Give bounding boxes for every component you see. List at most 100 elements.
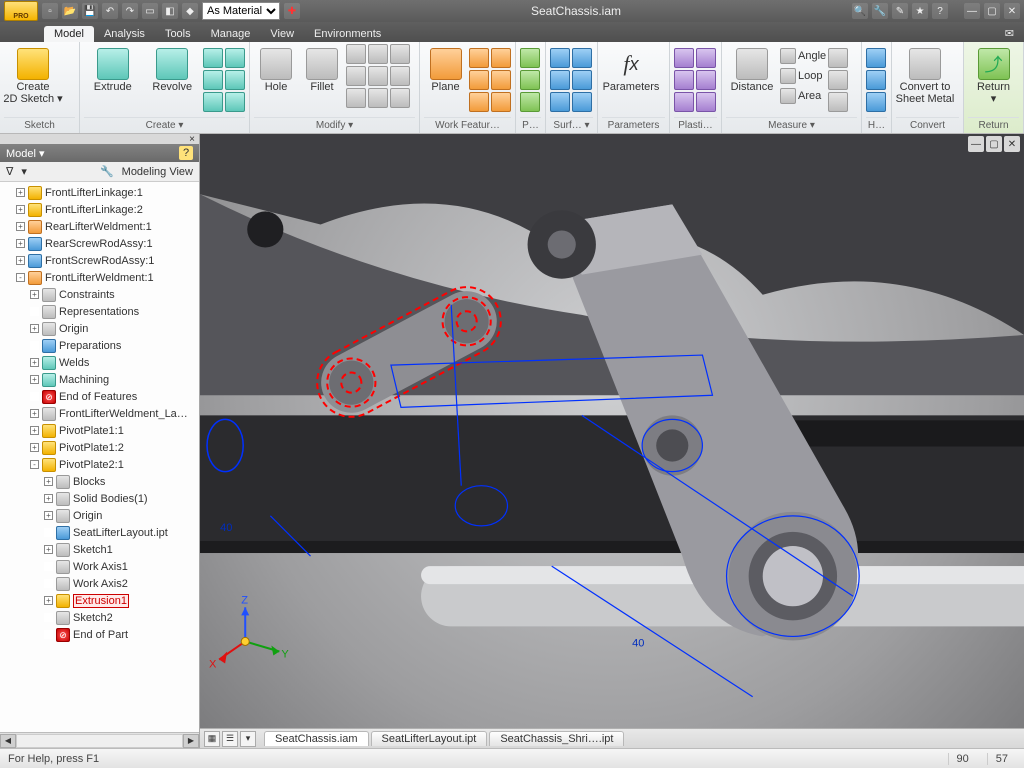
tree-item[interactable]: +Constraints <box>30 286 197 303</box>
browser-close-icon[interactable]: × <box>189 134 195 144</box>
filter-dropdown-icon[interactable]: ▾ <box>21 165 27 178</box>
modeling-view-icon[interactable]: 🔧 <box>100 165 114 178</box>
work-small-3[interactable] <box>469 92 489 112</box>
tree-item[interactable]: +Extrusion1 <box>44 592 197 609</box>
filter-icon[interactable]: ∇ <box>6 165 13 178</box>
search-icon[interactable]: 🔍 <box>852 3 868 19</box>
browser-tree[interactable]: +FrontLifterLinkage:1+FrontLifterLinkage… <box>0 182 199 732</box>
measure-small-1[interactable] <box>828 48 848 68</box>
help-icon[interactable]: ? <box>932 3 948 19</box>
tree-expander-icon[interactable]: + <box>44 545 53 554</box>
browser-hscroll[interactable]: ◀▶ <box>0 732 199 748</box>
measure-small-3[interactable] <box>828 92 848 112</box>
tree-expander-icon[interactable]: + <box>16 239 25 248</box>
parameters-button[interactable]: fxParameters <box>602 44 660 93</box>
qat-material-icon[interactable]: ◧ <box>162 3 178 19</box>
surf-small-2[interactable] <box>550 70 570 90</box>
harness-small-2[interactable] <box>866 70 886 90</box>
app-logo[interactable]: PRO <box>4 1 38 21</box>
tab-environments[interactable]: Environments <box>304 26 391 42</box>
tab-analysis[interactable]: Analysis <box>94 26 155 42</box>
return-button[interactable]: ⤴Return ▾ <box>968 44 1019 105</box>
measure-small-2[interactable] <box>828 70 848 90</box>
create-small-6[interactable] <box>225 92 245 112</box>
tree-expander-icon[interactable]: + <box>44 494 53 503</box>
plane-button[interactable]: Plane <box>424 44 467 93</box>
hole-button[interactable]: Hole <box>254 44 298 93</box>
plastic-small-2[interactable] <box>674 70 694 90</box>
surf-small-5[interactable] <box>572 70 592 90</box>
tree-item[interactable]: +FrontScrewRodAssy:1 <box>16 252 197 269</box>
work-small-1[interactable] <box>469 48 489 68</box>
qat-open-icon[interactable]: 📂 <box>62 3 78 19</box>
work-small-2[interactable] <box>469 70 489 90</box>
tab-tools[interactable]: Tools <box>155 26 201 42</box>
tree-expander-icon[interactable]: + <box>44 596 53 605</box>
tree-item[interactable]: SeatLifterLayout.ipt <box>44 524 197 541</box>
tree-item[interactable]: +Machining <box>30 371 197 388</box>
tree-expander-icon[interactable]: + <box>30 324 39 333</box>
tree-item[interactable]: ⊘End of Part <box>44 626 197 643</box>
modify-small-8[interactable] <box>368 88 388 108</box>
tab-view[interactable]: View <box>260 26 304 42</box>
viewport-min-icon[interactable]: — <box>968 136 984 152</box>
key-icon[interactable]: 🔧 <box>872 3 888 19</box>
tree-item[interactable]: +RearScrewRodAssy:1 <box>16 235 197 252</box>
browser-help-icon[interactable]: ? <box>179 146 193 160</box>
tree-item[interactable]: +FrontLifterLinkage:1 <box>16 184 197 201</box>
tree-expander-icon[interactable]: + <box>16 188 25 197</box>
browser-header[interactable]: Model ▾? <box>0 144 199 162</box>
tree-expander-icon[interactable]: + <box>44 477 53 486</box>
tree-expander-icon[interactable]: + <box>30 358 39 367</box>
qat-appearance-icon[interactable]: ◆ <box>182 3 198 19</box>
qat-new-icon[interactable]: ▫ <box>42 3 58 19</box>
tree-item[interactable]: ⊘End of Features <box>30 388 197 405</box>
plastic-small-4[interactable] <box>696 48 716 68</box>
tree-expander-icon[interactable]: + <box>30 443 39 452</box>
convert-sheet-metal-button[interactable]: Convert to Sheet Metal <box>896 44 954 105</box>
plastic-small-3[interactable] <box>674 92 694 112</box>
close-button[interactable]: ✕ <box>1004 3 1020 19</box>
tree-item[interactable]: Sketch2 <box>44 609 197 626</box>
tree-item[interactable]: -FrontLifterWeldment:1 <box>16 269 197 286</box>
harness-small-3[interactable] <box>866 92 886 112</box>
harness-small-1[interactable] <box>866 48 886 68</box>
distance-button[interactable]: Distance <box>726 44 778 93</box>
tree-expander-icon[interactable]: + <box>30 375 39 384</box>
tree-expander-icon[interactable]: + <box>30 290 39 299</box>
tree-item[interactable]: +Sketch1 <box>44 541 197 558</box>
tree-expander-icon[interactable]: + <box>16 205 25 214</box>
modeling-view-label[interactable]: Modeling View <box>122 166 193 178</box>
doctab-tile-icon[interactable]: ▦ <box>204 731 220 747</box>
viewport-close-icon[interactable]: ✕ <box>1004 136 1020 152</box>
create-small-5[interactable] <box>225 70 245 90</box>
modify-small-2[interactable] <box>368 44 388 64</box>
tree-item[interactable]: +PivotPlate1:2 <box>30 439 197 456</box>
work-small-4[interactable] <box>491 48 511 68</box>
pattern-small-1[interactable] <box>520 48 540 68</box>
tab-mail-icon[interactable]: ✉ <box>995 25 1024 42</box>
modify-small-6[interactable] <box>390 66 410 86</box>
work-small-5[interactable] <box>491 70 511 90</box>
qat-redo-icon[interactable]: ↷ <box>122 3 138 19</box>
modify-small-4[interactable] <box>346 66 366 86</box>
tree-expander-icon[interactable]: + <box>30 426 39 435</box>
tree-item[interactable]: +FrontLifterLinkage:2 <box>16 201 197 218</box>
surf-small-6[interactable] <box>572 92 592 112</box>
tree-item[interactable]: Representations <box>30 303 197 320</box>
extrude-button[interactable]: Extrude <box>84 44 142 93</box>
panel-label-modify[interactable]: Modify ▾ <box>254 117 415 133</box>
create-small-1[interactable] <box>203 48 223 68</box>
modify-small-3[interactable] <box>390 44 410 64</box>
modify-small-7[interactable] <box>346 88 366 108</box>
tree-item[interactable]: -PivotPlate2:1 <box>30 456 197 473</box>
doctab-0[interactable]: SeatChassis.iam <box>264 731 369 746</box>
panel-label-create[interactable]: Create ▾ <box>84 117 245 133</box>
tree-item[interactable]: +Origin <box>44 507 197 524</box>
comm-icon[interactable]: ✎ <box>892 3 908 19</box>
modify-small-1[interactable] <box>346 44 366 64</box>
tree-item[interactable]: Preparations <box>30 337 197 354</box>
qat-save-icon[interactable]: 💾 <box>82 3 98 19</box>
area-button[interactable]: Area <box>780 88 826 104</box>
tree-item[interactable]: +Welds <box>30 354 197 371</box>
